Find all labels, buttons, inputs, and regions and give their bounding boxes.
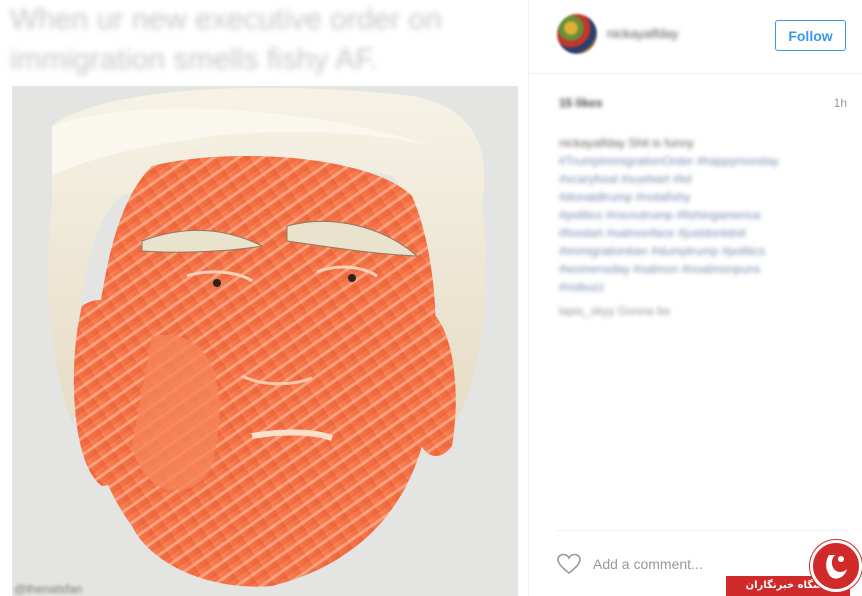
comment-line[interactable]: #foodart #salmonface #justdontdoit (559, 224, 839, 242)
post-time[interactable]: 1h (834, 96, 847, 110)
salmon-face-image (12, 86, 518, 596)
comment-line[interactable]: #scaryfood #sushiart #lol (559, 170, 839, 188)
comment-line[interactable]: #politics #rocnutrump #fishingamerica (559, 206, 839, 224)
watermark-emblem (810, 540, 862, 592)
watermark-logo: باشگاه خبرنگاران (726, 540, 862, 596)
post-meta: 15 likes 1h (559, 94, 847, 114)
comment-line[interactable]: #immigrationban #dumptrump #politics (559, 242, 839, 260)
comment-line[interactable]: #donaldtrump #notafishy (559, 188, 839, 206)
post-caption: When ur new executive order on immigrati… (10, 3, 442, 76)
caption-comment: nickayalfday Shit is funny #TrumpImmigra… (559, 134, 839, 296)
post-image[interactable]: @thenatsfan (12, 86, 518, 596)
image-credit: @thenatsfan (14, 582, 83, 596)
instagram-post-view: When ur new executive order on immigrati… (0, 0, 862, 596)
comment-line[interactable]: #womensday #salmon #noalmonpuns (559, 260, 839, 278)
post-header: nickayalfday Follow (529, 0, 862, 74)
likes-count[interactable]: 15 likes (559, 96, 602, 110)
heart-icon[interactable] (557, 553, 581, 575)
comment-line: nickayalfday Shit is funny (559, 136, 694, 150)
watermark-icon (826, 555, 847, 579)
follow-button[interactable]: Follow (775, 20, 846, 51)
comment-line[interactable]: #TrumpImmigrationOrder #happymonday (559, 152, 839, 170)
post-side-panel: nickayalfday Follow 15 likes 1h nickayal… (528, 0, 862, 596)
username-link[interactable]: nickayalfday (607, 26, 679, 41)
avatar[interactable] (557, 14, 597, 54)
reply-comment: lapis_skyy Gonna be (559, 304, 671, 318)
comment-line[interactable]: #nobuzz (559, 278, 839, 296)
